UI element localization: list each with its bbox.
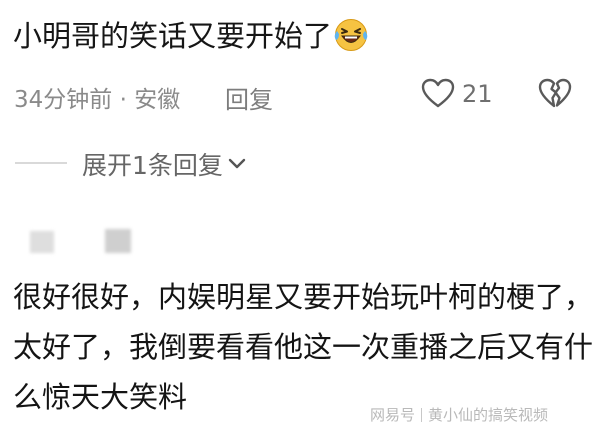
laughing-crying-emoji-icon [334,19,368,51]
broken-heart-icon[interactable] [538,77,572,109]
expand-replies-divider [15,162,67,164]
heart-icon[interactable] [421,78,455,108]
watermark-divider [421,408,423,422]
comment-time: 34分钟前 [14,87,113,113]
watermark-account: 黄小仙的搞笑视频 [428,406,549,424]
reply-button[interactable]: 回复 [225,80,273,115]
chevron-down-icon [228,158,246,169]
like-count: 21 [462,80,493,108]
comment-1-meta: 34分钟前 · 安徽 [14,80,180,114]
expand-replies-button[interactable]: 展开1条回复 [82,146,247,182]
username[interactable] [105,229,131,253]
comment-location: 安徽 [134,87,181,113]
comment-1: 小明哥的笑话又要开始了 [13,16,368,56]
avatar[interactable] [30,231,54,253]
watermark: 网易号 黄小仙的搞笑视频 [370,404,548,425]
expand-replies-label: 展开1条回复 [82,151,223,180]
meta-separator: · [119,87,127,113]
comment-2-text: 很好很好，内娱明星又要开始玩叶柯的梗了，太好了，我倒要看看他这一次重播之后又有什… [13,280,594,414]
watermark-brand: 网易号 [370,406,416,424]
comment-1-text: 小明哥的笑话又要开始了 [13,19,333,53]
